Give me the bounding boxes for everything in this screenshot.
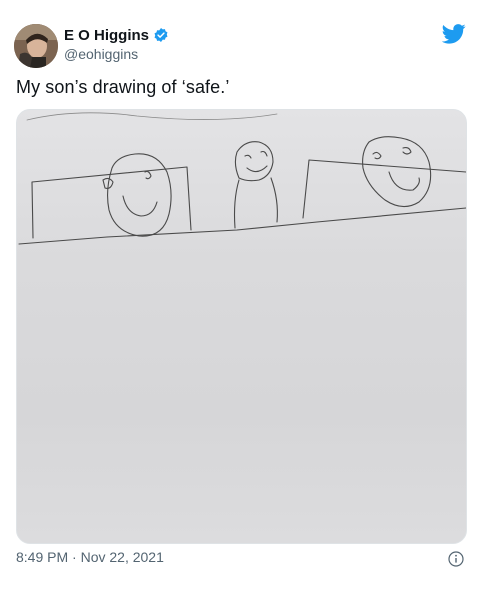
verified-badge-icon [154, 28, 168, 42]
info-icon[interactable] [448, 551, 464, 567]
tweet-time: 8:49 PM [16, 549, 69, 565]
twitter-bird-icon[interactable] [442, 24, 466, 44]
tweet-date: Nov 22, 2021 [80, 549, 164, 565]
tweet-card: E O Higgins @eohiggins My son’s drawing … [0, 0, 480, 600]
tweet-text: My son’s drawing of ‘safe.’ [16, 77, 230, 97]
author-name[interactable]: E O Higgins [64, 27, 149, 44]
child-drawing-image [18, 112, 466, 245]
profile-photo-icon [14, 24, 58, 68]
author-handle[interactable]: @eohiggins [64, 46, 169, 62]
tweet-timestamp[interactable]: 8:49 PM · Nov 22, 2021 [16, 549, 164, 565]
timestamp-separator: · [72, 549, 77, 565]
author-block: E O Higgins @eohiggins [64, 26, 169, 62]
tweet-image[interactable] [16, 109, 467, 544]
avatar[interactable] [14, 24, 58, 68]
